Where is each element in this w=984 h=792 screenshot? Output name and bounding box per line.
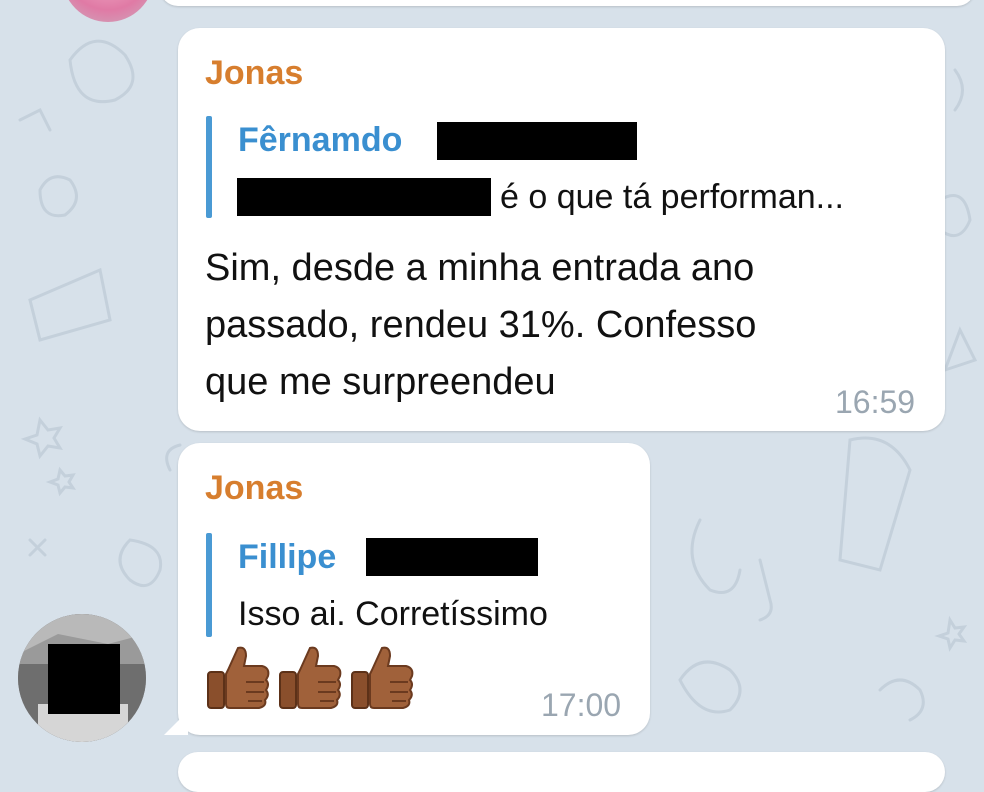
thumbs-up-icon — [351, 646, 414, 709]
avatar[interactable] — [18, 614, 146, 742]
avatar-image — [18, 614, 146, 742]
reply-snippet[interactable]: Isso ai. Corretíssimo — [238, 595, 548, 634]
reply-author[interactable]: Fêrnamdo — [238, 121, 402, 160]
message-timestamp: 17:00 — [541, 687, 622, 723]
reply-quote-bar — [206, 116, 212, 218]
message-text: Sim, desde a minha entrada ano passado, … — [205, 240, 756, 411]
sender-name[interactable]: Jonas — [205, 54, 303, 93]
message-line: que me surpreendeu — [205, 361, 556, 403]
message-timestamp: 16:59 — [835, 384, 916, 420]
message-line: Sim, desde a minha entrada ano — [205, 247, 755, 289]
redaction-box — [437, 122, 637, 160]
reply-author[interactable]: Fillipe — [238, 538, 336, 577]
redaction-box — [237, 178, 491, 216]
message-bubble[interactable]: Jonas Fêrnamdo é o que tá performan... S… — [178, 28, 945, 431]
message-line: passado, rendeu 31%. Confesso — [205, 304, 757, 346]
message-bubble[interactable]: Jonas Fillipe Isso ai. Corretíssimo 17:0… — [178, 443, 650, 735]
reply-quote-bar — [206, 533, 212, 637]
sender-name[interactable]: Jonas — [205, 469, 303, 508]
reply-snippet[interactable]: é o que tá performan... — [500, 178, 844, 217]
next-message-bubble[interactable] — [178, 752, 945, 792]
thumbs-up-icon — [279, 646, 342, 709]
redaction-box — [366, 538, 538, 576]
emoji-row — [202, 640, 418, 712]
thumbs-up-icon — [207, 646, 270, 709]
previous-message-bubble[interactable] — [160, 0, 975, 6]
